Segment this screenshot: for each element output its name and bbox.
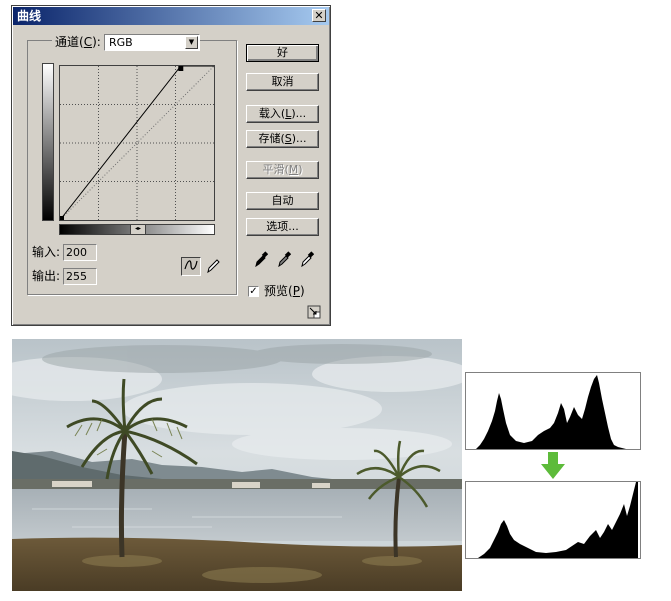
load-button[interactable]: 载入(L)... — [246, 105, 319, 123]
black-eyedropper-icon[interactable] — [254, 251, 268, 267]
curve-tool-icon[interactable] — [181, 257, 201, 276]
channel-select-value: RGB — [109, 36, 133, 49]
auto-button[interactable]: 自动 — [246, 192, 319, 210]
output-label: 输出: — [32, 269, 61, 283]
histogram-after-svg — [478, 482, 638, 558]
channel-label: 通道(C): — [52, 34, 104, 50]
dialog-title: 曲线 — [17, 9, 42, 23]
histogram-after-shape — [478, 482, 638, 558]
channel-select[interactable]: RGB ▼ — [104, 34, 200, 51]
down-arrow-icon — [541, 452, 565, 479]
expand-view-icon[interactable] — [307, 305, 321, 319]
white-eyedropper-icon[interactable] — [300, 251, 314, 267]
histogram-after — [465, 481, 641, 559]
landscape-photo — [12, 339, 462, 591]
histogram-before-shape — [476, 375, 626, 449]
curve-point-black[interactable] — [60, 216, 64, 220]
histogram-before-svg — [476, 375, 626, 449]
output-value-field[interactable]: 255 — [63, 268, 97, 285]
input-gradient-bar: ◂▸ — [59, 224, 215, 235]
gray-eyedropper-icon[interactable] — [277, 251, 291, 267]
options-button[interactable]: 选项... — [246, 218, 319, 236]
preview-checkbox[interactable]: ✓ — [248, 286, 259, 297]
gradient-toggle-icon[interactable]: ◂▸ — [130, 224, 146, 235]
histogram-before — [465, 372, 641, 450]
curve-point-selected[interactable] — [178, 66, 184, 71]
pencil-icon[interactable] — [203, 257, 223, 276]
close-button[interactable]: ✕ — [312, 9, 326, 22]
curve-graph-svg — [59, 65, 215, 221]
input-value-field[interactable]: 200 — [63, 244, 97, 261]
dialog-titlebar[interactable]: 曲线 ✕ — [13, 7, 329, 25]
curves-dialog: 曲线 ✕ 通道(C): RGB ▼ ◂▸ 输入: 200 输出: 255 好 取… — [11, 5, 331, 326]
smooth-button[interactable]: 平滑(M) — [246, 161, 319, 179]
baseline-diagonal — [59, 65, 215, 221]
preview-label[interactable]: 预览(P) — [264, 283, 305, 299]
cancel-button[interactable]: 取消 — [246, 73, 319, 91]
curve-graph[interactable] — [59, 65, 215, 221]
input-label: 输入: — [32, 245, 61, 259]
save-button[interactable]: 存储(S)... — [246, 130, 319, 148]
chevron-down-icon[interactable]: ▼ — [185, 36, 198, 49]
output-gradient-bar — [42, 63, 54, 221]
ok-button[interactable]: 好 — [246, 44, 319, 62]
